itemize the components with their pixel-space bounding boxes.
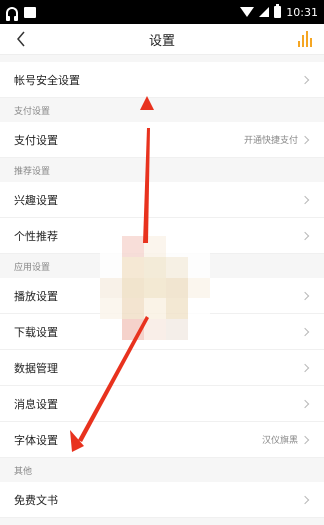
section-header-other: 其他 — [0, 458, 324, 482]
nav-bar: 设置 — [0, 24, 324, 55]
row-message-settings[interactable]: 消息设置 — [0, 386, 324, 422]
status-bar: 10:31 — [0, 0, 324, 24]
battery-icon — [274, 4, 282, 18]
back-arrow-icon — [17, 31, 25, 47]
chevron-right-icon — [300, 195, 310, 204]
bar-icon — [306, 31, 308, 47]
row-interest-settings[interactable]: 兴趣设置 — [0, 182, 324, 218]
wifi-icon — [240, 7, 255, 17]
status-time: 10:31 — [286, 5, 318, 19]
row-label: 个性推荐 — [14, 229, 58, 243]
row-label: 下载设置 — [14, 325, 58, 339]
row-label: 数据管理 — [14, 361, 58, 375]
audio-bars-button[interactable] — [298, 29, 316, 47]
chevron-right-icon — [300, 291, 310, 300]
chevron-right-icon — [300, 399, 310, 408]
chevron-right-icon — [300, 327, 310, 336]
row-data-management[interactable]: 数据管理 — [0, 350, 324, 386]
bar-icon — [298, 41, 300, 47]
pixelated-blur-overlay — [100, 236, 210, 340]
headset-icon — [6, 6, 18, 21]
row-label: 消息设置 — [14, 397, 58, 411]
chevron-right-icon — [300, 495, 310, 504]
row-label: 帐号安全设置 — [14, 73, 80, 87]
bar-icon — [302, 35, 304, 47]
section-header-payment: 支付设置 — [0, 98, 324, 122]
row-free-text[interactable]: 免费文书 — [0, 482, 324, 518]
chevron-right-icon — [300, 231, 310, 240]
row-label: 字体设置 — [14, 433, 58, 447]
page-title: 设置 — [148, 33, 175, 49]
row-value: 开通快捷支付 — [243, 136, 298, 146]
signal-icon — [259, 7, 270, 17]
bar-icon — [310, 38, 312, 47]
row-font-settings[interactable]: 字体设置 汉仪旗黑 — [0, 422, 324, 458]
row-payment-settings[interactable]: 支付设置 开通快捷支付 — [0, 122, 324, 158]
notification-icon — [24, 6, 36, 18]
row-label: 免费文书 — [14, 493, 58, 507]
chevron-right-icon — [300, 75, 310, 84]
row-label: 播放设置 — [14, 289, 58, 303]
row-label: 支付设置 — [14, 133, 58, 147]
row-label: 兴趣设置 — [14, 193, 58, 207]
section-header-recommend: 推荐设置 — [0, 158, 324, 182]
back-button[interactable] — [10, 28, 32, 50]
chevron-right-icon — [300, 363, 310, 372]
chevron-right-icon — [300, 135, 310, 144]
chevron-right-icon — [300, 435, 310, 444]
row-account-security[interactable]: 帐号安全设置 — [0, 62, 324, 98]
row-value: 汉仪旗黑 — [261, 436, 298, 446]
